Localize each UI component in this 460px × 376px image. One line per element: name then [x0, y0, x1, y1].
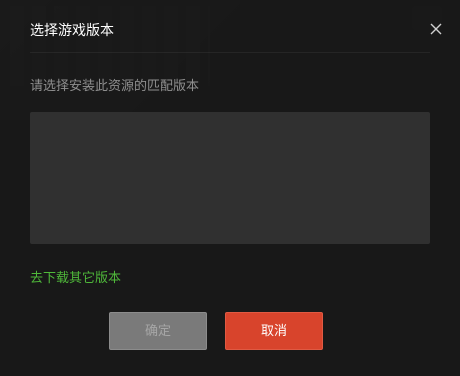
cancel-button[interactable]: 取消 [225, 312, 323, 350]
dialog-subtitle: 请选择安装此资源的匹配版本 [30, 79, 200, 94]
confirm-button[interactable]: 确定 [109, 312, 207, 350]
dialog-title: 选择游戏版本 [30, 23, 114, 39]
version-select-dialog: 选择游戏版本 请选择安装此资源的匹配版本 去下载其它版本 确定 取消 [0, 0, 460, 376]
version-list[interactable] [30, 112, 430, 244]
close-icon [430, 23, 442, 35]
download-other-version-link[interactable]: 去下载其它版本 [30, 267, 121, 286]
title-divider [30, 52, 430, 53]
close-button[interactable] [424, 17, 448, 41]
